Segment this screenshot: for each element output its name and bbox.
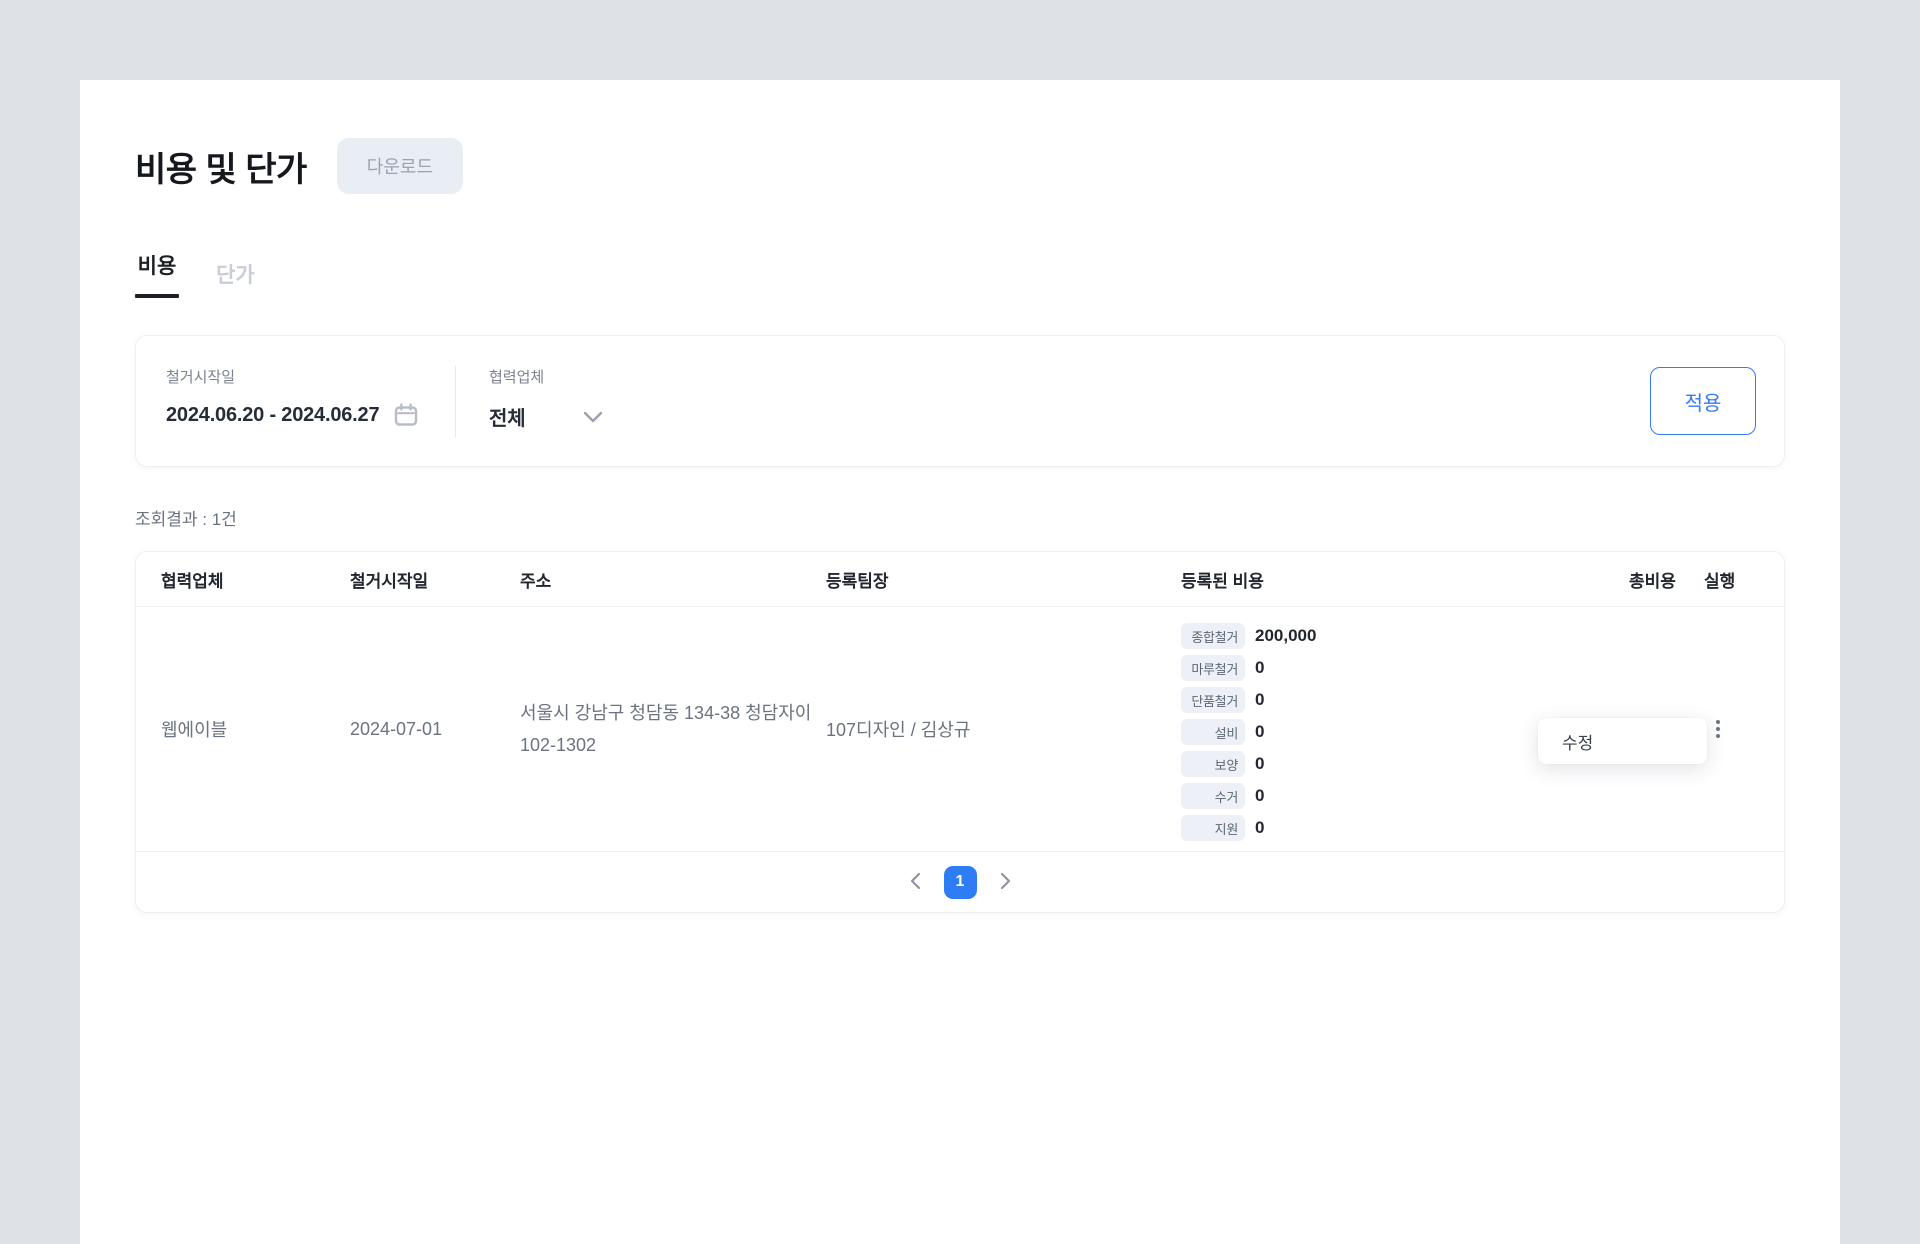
chevron-right-icon (1000, 872, 1012, 893)
cost-line: 수거 0 (1181, 783, 1629, 809)
cost-line: 종합철거 200,000 (1181, 623, 1629, 649)
cost-line: 지원 0 (1181, 815, 1629, 841)
chevron-left-icon (909, 872, 921, 893)
cost-tag-badge: 수거 (1181, 783, 1245, 809)
cost-value: 0 (1255, 818, 1264, 838)
row-address-line2: 102-1302 (520, 729, 826, 761)
column-header-team-lead: 등록팀장 (826, 567, 1181, 592)
results-table: 협력업체 철거시작일 주소 등록팀장 등록된 비용 총비용 실행 웹에이블 20… (135, 551, 1785, 913)
chevron-down-icon (583, 411, 603, 423)
filter-card: 철거시작일 2024.06.20 - 2024.06.27 협력업체 전체 (135, 335, 1785, 467)
cost-value: 0 (1255, 786, 1264, 806)
cost-tag-badge: 보양 (1181, 751, 1245, 777)
cost-tag-badge: 단품철거 (1181, 687, 1245, 713)
column-header-registered-costs: 등록된 비용 (1181, 567, 1629, 592)
pagination-next-button[interactable] (996, 868, 1016, 897)
column-header-start-date: 철거시작일 (350, 567, 520, 592)
edit-menu: 수정 (1538, 718, 1707, 764)
cost-tag-badge: 지원 (1181, 815, 1245, 841)
page-title: 비용 및 단가 (135, 142, 307, 191)
tab-unit-price[interactable]: 단가 (216, 250, 255, 298)
cost-tag-badge: 설비 (1181, 719, 1245, 745)
cost-line: 단품철거 0 (1181, 687, 1629, 713)
partner-select[interactable]: 전체 (489, 402, 603, 431)
start-date-label: 철거시작일 (166, 366, 455, 387)
calendar-icon (393, 402, 419, 428)
column-header-address: 주소 (520, 567, 826, 592)
tabs: 비용 단가 (135, 250, 1840, 298)
pagination: 1 (136, 852, 1784, 912)
filter-start-date: 철거시작일 2024.06.20 - 2024.06.27 (136, 336, 455, 466)
cost-value: 0 (1255, 658, 1264, 678)
date-range-value: 2024.06.20 - 2024.06.27 (166, 404, 379, 427)
table-row: 웹에이블 2024-07-01 서울시 강남구 청담동 134-38 청담자이 … (136, 607, 1784, 852)
row-actions (1704, 714, 1786, 744)
cost-value: 200,000 (1255, 626, 1316, 646)
row-address: 서울시 강남구 청담동 134-38 청담자이 102-1302 (520, 697, 826, 761)
filter-partner: 협력업체 전체 (456, 336, 603, 466)
cost-tag-badge: 마루철거 (1181, 655, 1245, 681)
partner-label: 협력업체 (489, 366, 603, 387)
row-team-lead: 107디자인 / 김상규 (826, 716, 1181, 742)
page-header: 비용 및 단가 다운로드 (135, 138, 1840, 194)
column-header-partner: 협력업체 (136, 567, 350, 592)
partner-selected-value: 전체 (489, 402, 525, 431)
table-header-row: 협력업체 철거시작일 주소 등록팀장 등록된 비용 총비용 실행 (136, 552, 1784, 607)
date-range-picker[interactable]: 2024.06.20 - 2024.06.27 (166, 402, 455, 428)
edit-menu-item[interactable]: 수정 (1538, 718, 1707, 764)
row-address-line1: 서울시 강남구 청담동 134-38 청담자이 (520, 697, 826, 729)
cost-line: 마루철거 0 (1181, 655, 1629, 681)
cost-value: 0 (1255, 754, 1264, 774)
kebab-menu-button[interactable] (1710, 714, 1726, 744)
row-partner: 웹에이블 (136, 716, 350, 742)
pagination-prev-button[interactable] (905, 868, 925, 897)
cost-tag-badge: 종합철거 (1181, 623, 1245, 649)
column-header-total-cost: 총비용 (1629, 567, 1704, 592)
apply-button[interactable]: 적용 (1650, 367, 1756, 435)
cost-value: 0 (1255, 722, 1264, 742)
pagination-page-1[interactable]: 1 (944, 866, 977, 899)
column-header-actions: 실행 (1704, 567, 1786, 592)
row-start-date: 2024-07-01 (350, 719, 520, 740)
download-button[interactable]: 다운로드 (337, 138, 463, 194)
cost-value: 0 (1255, 690, 1264, 710)
content-panel: 비용 및 단가 다운로드 비용 단가 철거시작일 2024.06.20 - 20… (80, 80, 1840, 1244)
tab-cost[interactable]: 비용 (135, 250, 179, 298)
results-summary: 조회결과 : 1건 (135, 505, 1840, 530)
